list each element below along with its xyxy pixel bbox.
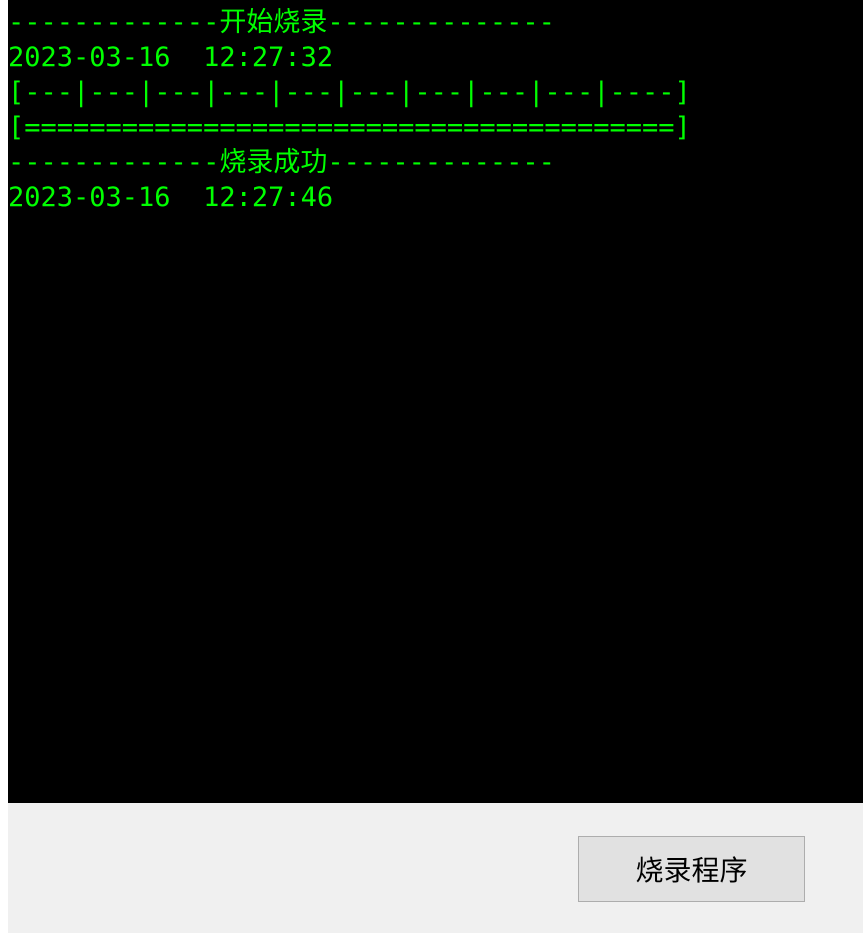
console-line-start-header: -------------开始烧录-------------- (8, 7, 555, 38)
console-output[interactable]: -------------开始烧录-------------- 2023-03-… (8, 0, 863, 803)
window-left-edge (0, 0, 8, 933)
console-line-start-time: 2023-03-16 12:27:32 (8, 42, 334, 73)
burn-program-button[interactable]: 烧录程序 (578, 836, 805, 902)
console-line-success-header: -------------烧录成功-------------- (8, 147, 555, 178)
console-lines: -------------开始烧录-------------- 2023-03-… (8, 5, 863, 215)
burn-tool-window: -------------开始烧录-------------- 2023-03-… (0, 0, 863, 933)
console-line-progress-scale: [---|---|---|---|---|---|---|---|---|---… (8, 77, 691, 108)
console-line-end-time: 2023-03-16 12:27:46 (8, 182, 334, 213)
console-line-progress-bar: [=======================================… (8, 112, 691, 143)
